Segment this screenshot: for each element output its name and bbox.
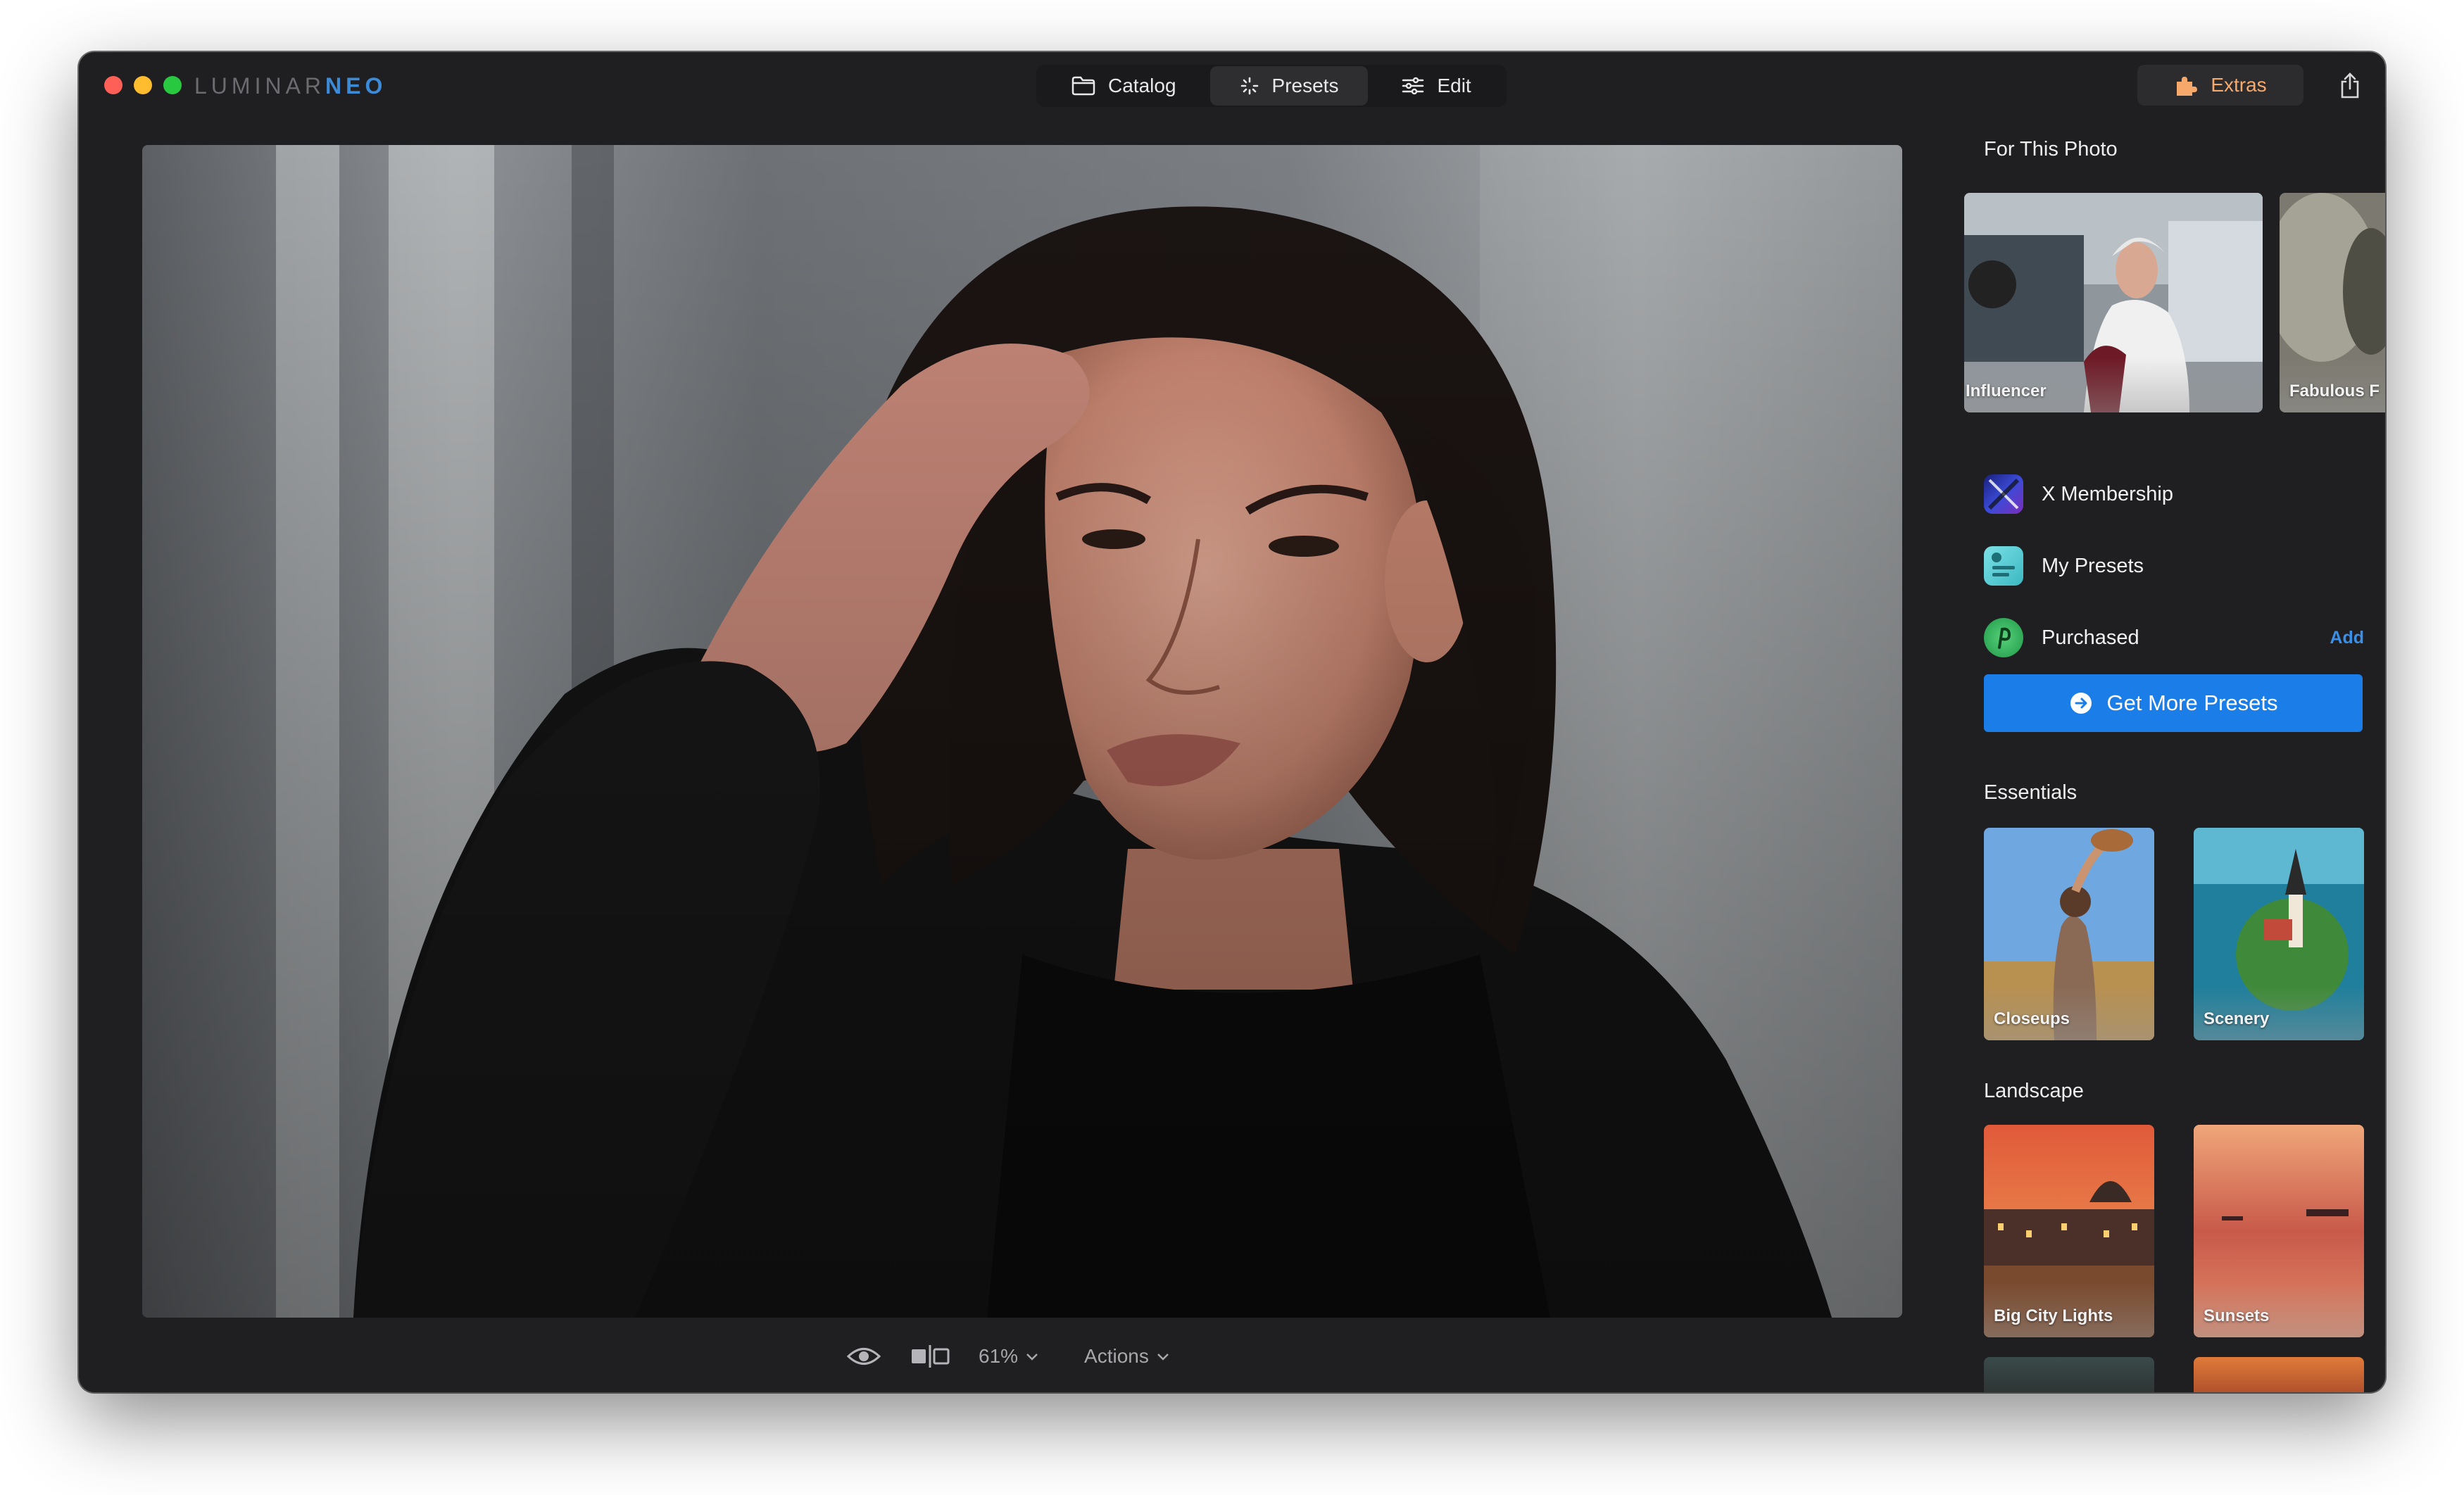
preview-toggle-button[interactable]	[846, 1344, 881, 1368]
preset-card-scenery[interactable]: Scenery	[2194, 828, 2364, 1040]
zoom-value: 61%	[979, 1345, 1019, 1367]
presets-sparkle-icon	[1240, 77, 1258, 95]
preset-card-label: Fabulous F	[2289, 381, 2380, 400]
get-more-presets-button[interactable]: Get More Presets	[1984, 674, 2363, 732]
preset-card-partial[interactable]	[1984, 1357, 2154, 1392]
list-item-purchased[interactable]: Purchased Add	[1984, 617, 2364, 659]
minimize-window-button[interactable]	[134, 76, 152, 94]
mode-tabs: Catalog Presets Edit	[1036, 65, 1507, 107]
preset-card-closeups[interactable]: Closeups	[1984, 828, 2154, 1040]
actions-dropdown[interactable]: Actions	[1084, 1345, 1170, 1368]
zoom-dropdown[interactable]: 61%	[979, 1345, 1039, 1368]
compare-icon	[912, 1345, 950, 1368]
sliders-icon	[1402, 77, 1424, 95]
preset-card-fabulous[interactable]: Fabulous F	[2280, 193, 2385, 412]
add-purchased-link[interactable]: Add	[2330, 628, 2364, 648]
zoom-window-button[interactable]	[163, 76, 182, 94]
preset-card-partial[interactable]	[2194, 1357, 2364, 1392]
preset-card-label: Influencer	[1966, 381, 2047, 400]
logo-main: LUMINAR	[194, 73, 326, 99]
view-toolbar: 61% Actions	[846, 1336, 1170, 1377]
tab-edit-label: Edit	[1437, 75, 1471, 96]
preset-card-label: Big City Lights	[1994, 1306, 2113, 1325]
tab-catalog-label: Catalog	[1108, 75, 1176, 96]
x-membership-label: X Membership	[2042, 482, 2173, 505]
tab-presets[interactable]: Presets	[1209, 66, 1369, 106]
get-more-presets-label: Get More Presets	[2106, 690, 2278, 715]
app-logo: LUMINARNEO	[194, 73, 386, 99]
close-window-button[interactable]	[104, 76, 122, 94]
logo-accent: NEO	[325, 73, 387, 99]
x-membership-icon	[1984, 474, 2023, 514]
list-item-x-membership[interactable]: X Membership	[1984, 473, 2364, 515]
tab-presets-label: Presets	[1271, 75, 1339, 96]
chevron-down-icon	[1026, 1354, 1038, 1361]
purchased-label: Purchased	[2042, 626, 2139, 649]
purchased-icon	[1984, 618, 2023, 657]
presets-sidebar: For This Photo Influencer Fabulous F X M…	[1935, 52, 2385, 1392]
compare-button[interactable]	[910, 1344, 950, 1369]
tab-edit[interactable]: Edit	[1372, 66, 1500, 106]
list-item-my-presets[interactable]: My Presets	[1984, 545, 2364, 587]
actions-label: Actions	[1084, 1345, 1149, 1367]
my-presets-label: My Presets	[2042, 554, 2144, 577]
preset-card-big-city-lights[interactable]: Big City Lights	[1984, 1125, 2154, 1337]
main-photo-canvas[interactable]	[142, 145, 1902, 1318]
portrait-photo	[142, 145, 1902, 1318]
landscape-title: Landscape	[1984, 1080, 2084, 1102]
preset-card-label: Sunsets	[2204, 1306, 2270, 1325]
my-presets-icon	[1984, 546, 2023, 586]
preset-card-influencer[interactable]: Influencer	[1964, 193, 2263, 412]
folder-icon	[1071, 76, 1095, 96]
app-window: LUMINARNEO Catalog Presets Edit Extras 6…	[79, 52, 2385, 1392]
essentials-title: Essentials	[1984, 781, 2078, 804]
window-controls	[104, 76, 182, 94]
preset-card-label: Scenery	[2204, 1009, 2270, 1028]
preset-card-label: Closeups	[1994, 1009, 2070, 1028]
preset-card-sunsets[interactable]: Sunsets	[2194, 1125, 2364, 1337]
tab-catalog[interactable]: Catalog	[1042, 66, 1206, 106]
chevron-down-icon	[1157, 1354, 1169, 1361]
eye-icon	[846, 1348, 881, 1365]
for-this-photo-title: For This Photo	[1984, 138, 2118, 160]
arrow-right-circle-icon	[2070, 693, 2092, 714]
